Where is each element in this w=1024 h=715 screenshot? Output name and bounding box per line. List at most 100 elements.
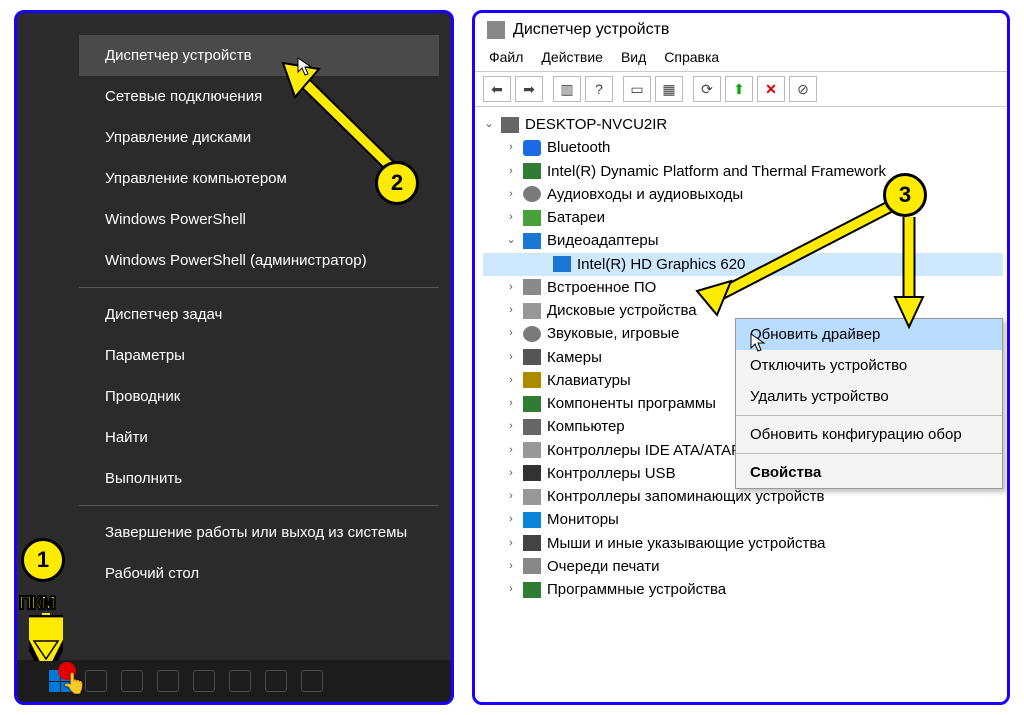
toolbar-enable-icon[interactable]: ⬆: [725, 76, 753, 102]
computer-icon: [501, 117, 519, 133]
winx-menu-item[interactable]: Рабочий стол: [79, 553, 439, 594]
toolbar-back-icon[interactable]: ⬅: [483, 76, 511, 102]
context-menu-item[interactable]: Отключить устройство: [736, 350, 1002, 381]
device-category[interactable]: ›Bluetooth: [483, 136, 1003, 159]
annotation-label-pkm: ПКМ: [19, 593, 55, 614]
winx-menu-item[interactable]: Завершение работы или выход из системы: [79, 512, 439, 553]
taskbar-app-icon[interactable]: [265, 670, 287, 692]
toolbar-properties-icon[interactable]: ▭: [623, 76, 651, 102]
device-icon: [523, 326, 541, 342]
device-category[interactable]: ›Программные устройства: [483, 578, 1003, 601]
device-icon: [553, 256, 571, 272]
winx-menu-item[interactable]: Windows PowerShell (администратор): [79, 240, 439, 281]
device-icon: [523, 535, 541, 551]
device-category[interactable]: ›Intel(R) Dynamic Platform and Thermal F…: [483, 160, 1003, 183]
winx-menu-item[interactable]: Проводник: [79, 376, 439, 417]
device-label: Мыши и иные указывающие устройства: [547, 532, 825, 555]
device-node[interactable]: Intel(R) HD Graphics 620: [483, 253, 1003, 276]
device-label: Видеоадаптеры: [547, 229, 659, 252]
device-icon: [523, 512, 541, 528]
device-label: Аудиовходы и аудиовыходы: [547, 183, 743, 206]
context-menu-item[interactable]: Свойства: [736, 457, 1002, 488]
device-icon: [523, 279, 541, 295]
device-label: Очереди печати: [547, 555, 660, 578]
winx-menu-item[interactable]: Выполнить: [79, 458, 439, 499]
context-menu-item[interactable]: Обновить драйвер: [736, 319, 1002, 350]
winx-menu-item[interactable]: Диспетчер устройств: [79, 35, 439, 76]
cursor-arrow-icon: [750, 333, 766, 353]
winx-menu-item[interactable]: Управление дисками: [79, 117, 439, 158]
device-label: Клавиатуры: [547, 369, 631, 392]
device-tree-root[interactable]: ⌄DESKTOP-NVCU2IR: [483, 113, 1003, 136]
menubar-item[interactable]: Действие: [541, 49, 603, 65]
cursor-arrow-icon: [297, 57, 313, 77]
device-icon: [523, 163, 541, 179]
menubar-item[interactable]: Вид: [621, 49, 646, 65]
device-icon: [523, 465, 541, 481]
winx-menu-item[interactable]: Windows PowerShell: [79, 199, 439, 240]
device-label: Камеры: [547, 346, 602, 369]
menubar-item[interactable]: Справка: [664, 49, 719, 65]
toolbar-disable-icon[interactable]: ✕: [757, 76, 785, 102]
device-manager-titlebar: Диспетчер устройств: [475, 13, 1007, 43]
winx-menu-item[interactable]: Найти: [79, 417, 439, 458]
menu-separator: [736, 453, 1002, 454]
toolbar-scan-icon[interactable]: ▦: [655, 76, 683, 102]
taskbar-taskview-icon[interactable]: [121, 670, 143, 692]
taskbar-app-icon[interactable]: [193, 670, 215, 692]
device-label: Мониторы: [547, 508, 619, 531]
device-manager-toolbar: ⬅ ➡ ▥ ? ▭ ▦ ⟳ ⬆ ✕ ⊘: [475, 72, 1007, 107]
device-category[interactable]: ⌄Видеоадаптеры: [483, 229, 1003, 252]
taskbar-app-icon[interactable]: [157, 670, 179, 692]
device-icon: [523, 558, 541, 574]
device-icon: [523, 489, 541, 505]
annotation-badge-1: 1: [21, 538, 65, 582]
device-icon: [523, 303, 541, 319]
device-label: Звуковые, игровые: [547, 322, 679, 345]
hand-cursor-icon: 👆: [62, 671, 87, 696]
device-icon: [523, 210, 541, 226]
device-icon: [523, 140, 541, 156]
device-manager-menubar: Файл Действие Вид Справка: [475, 43, 1007, 72]
toolbar-update-icon[interactable]: ⟳: [693, 76, 721, 102]
device-icon: [523, 186, 541, 202]
device-context-menu: Обновить драйверОтключить устройствоУдал…: [735, 318, 1003, 489]
device-label: Intel(R) Dynamic Platform and Thermal Fr…: [547, 160, 886, 183]
device-label: Дисковые устройства: [547, 299, 697, 322]
annotation-badge-3: 3: [883, 173, 927, 217]
annotation-badge-2: 2: [375, 161, 419, 205]
window-title: Диспетчер устройств: [513, 21, 669, 39]
winx-menu-item[interactable]: Параметры: [79, 335, 439, 376]
device-category[interactable]: ›Встроенное ПО: [483, 276, 1003, 299]
screenshot-left-panel: Диспетчер устройствСетевые подключенияУп…: [14, 10, 454, 705]
device-icon: [523, 233, 541, 249]
taskbar-search-icon[interactable]: [85, 670, 107, 692]
device-category[interactable]: ›Батареи: [483, 206, 1003, 229]
device-category[interactable]: ›Очереди печати: [483, 555, 1003, 578]
toolbar-forward-icon[interactable]: ➡: [515, 76, 543, 102]
screenshot-right-panel: Диспетчер устройств Файл Действие Вид Справ…: [472, 10, 1010, 705]
taskbar-app-icon[interactable]: [229, 670, 251, 692]
taskbar-app-icon[interactable]: [301, 670, 323, 692]
device-label: Контроллеры IDE ATA/ATAPI: [547, 439, 745, 462]
device-category[interactable]: ›Мониторы: [483, 508, 1003, 531]
device-icon: [523, 442, 541, 458]
device-label: Bluetooth: [547, 136, 610, 159]
toolbar-uninstall-icon[interactable]: ⊘: [789, 76, 817, 102]
device-category[interactable]: ›Мыши и иные указывающие устройства: [483, 532, 1003, 555]
context-menu-item[interactable]: Удалить устройство: [736, 381, 1002, 412]
device-icon: [523, 396, 541, 412]
context-menu-item[interactable]: Обновить конфигурацию обор: [736, 419, 1002, 450]
winx-menu-item[interactable]: Сетевые подключения: [79, 76, 439, 117]
device-icon: [523, 582, 541, 598]
device-label: Программные устройства: [547, 578, 726, 601]
toolbar-help-icon[interactable]: ?: [585, 76, 613, 102]
device-label: Встроенное ПО: [547, 276, 656, 299]
device-label: Компьютер: [547, 415, 625, 438]
computer-name: DESKTOP-NVCU2IR: [525, 113, 667, 136]
toolbar-details-icon[interactable]: ▥: [553, 76, 581, 102]
device-label: Компоненты программы: [547, 392, 716, 415]
menu-separator: [79, 505, 439, 506]
winx-menu-item[interactable]: Диспетчер задач: [79, 294, 439, 335]
menubar-item[interactable]: Файл: [489, 49, 523, 65]
